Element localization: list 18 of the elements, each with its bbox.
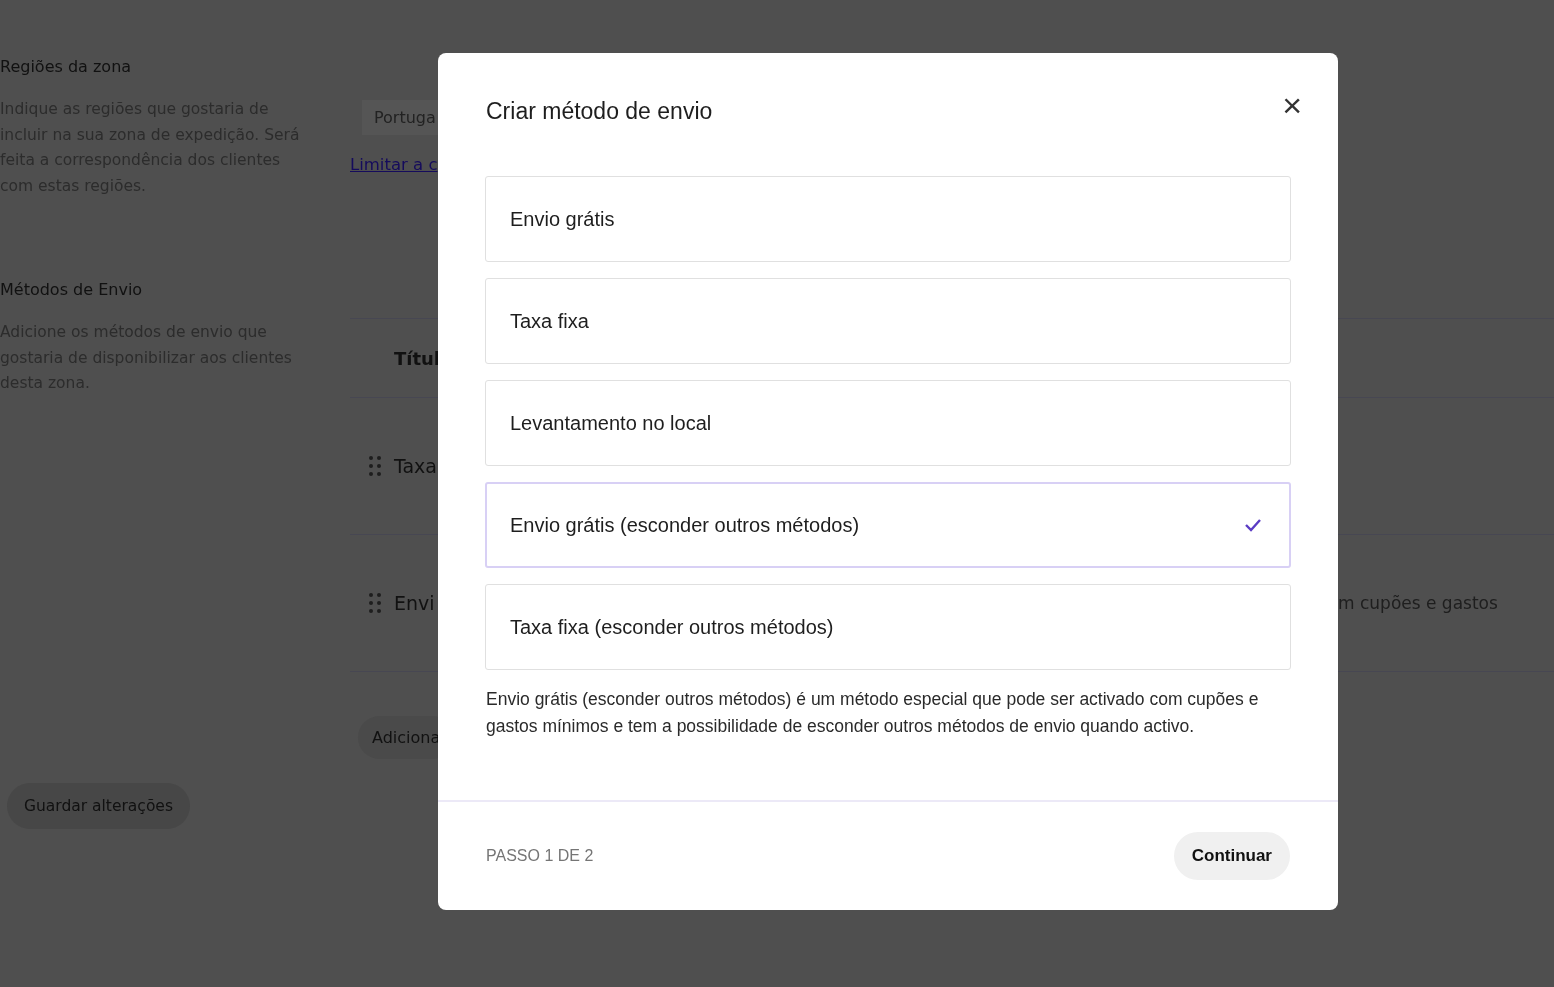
- drag-handle-icon[interactable]: [368, 455, 382, 477]
- option-description: Envio grátis (esconder outros métodos) é um método especial que pode ser activado com cupões e gastos mínimos e tem a possibilidade de esconder outros métodos de envio quando activo.: [486, 688, 1260, 738]
- table-cell: Envi: [394, 592, 435, 614]
- table-cell: Taxa: [394, 455, 437, 477]
- section-title: Regiões da zona: [0, 56, 133, 78]
- shipping-option[interactable]: Envio grátis: [485, 176, 1291, 262]
- dialog-title: Criar método de envio: [486, 97, 713, 125]
- check-icon: [1244, 518, 1262, 532]
- shipping-option[interactable]: Envio grátis (esconder outros métodos): [485, 482, 1291, 568]
- close-button[interactable]: ×: [1278, 88, 1306, 122]
- column-header: Títul: [394, 347, 441, 369]
- shipping-option[interactable]: Taxa fixa: [485, 278, 1291, 364]
- section-title: Métodos de Envio: [0, 279, 144, 301]
- drag-handle-icon[interactable]: [368, 592, 382, 614]
- shipping-option[interactable]: Taxa fixa (esconder outros métodos): [485, 584, 1291, 670]
- continue-button[interactable]: Continuar: [1173, 832, 1290, 880]
- step-indicator: PASSO 1 DE 2: [486, 847, 594, 865]
- shipping-option[interactable]: Levantamento no local: [485, 380, 1291, 466]
